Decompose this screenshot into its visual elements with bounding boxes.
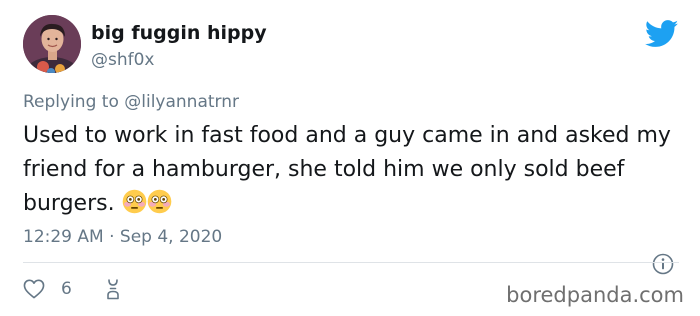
tweet-timestamp[interactable]: 12:29 AM · Sep 4, 2020 — [23, 227, 222, 247]
flushed-face-icon — [147, 189, 171, 214]
like-button[interactable]: 6 — [23, 278, 72, 300]
avatar[interactable] — [23, 15, 81, 73]
tweet-body: Used to work in fast food and a guy came… — [23, 119, 673, 221]
heart-icon — [23, 279, 45, 299]
flushed-face-icon — [122, 189, 146, 214]
avatar-photo — [23, 15, 81, 73]
user-handle[interactable]: @shf0x — [91, 50, 155, 70]
watermark: boredpanda.com — [506, 283, 684, 307]
replying-prefix: Replying to — [23, 92, 125, 112]
like-count: 6 — [61, 279, 72, 299]
profile-icon[interactable] — [106, 278, 120, 300]
divider — [23, 262, 679, 263]
replying-to-mention[interactable]: @lilyannatrnr — [124, 92, 239, 112]
info-icon[interactable] — [652, 253, 674, 275]
replying-to: Replying to @lilyannatrnr — [23, 92, 239, 112]
twitter-bird-icon[interactable] — [645, 20, 679, 48]
tweet-text: Used to work in fast food and a guy came… — [23, 123, 671, 216]
display-name[interactable]: big fuggin hippy — [91, 22, 267, 44]
